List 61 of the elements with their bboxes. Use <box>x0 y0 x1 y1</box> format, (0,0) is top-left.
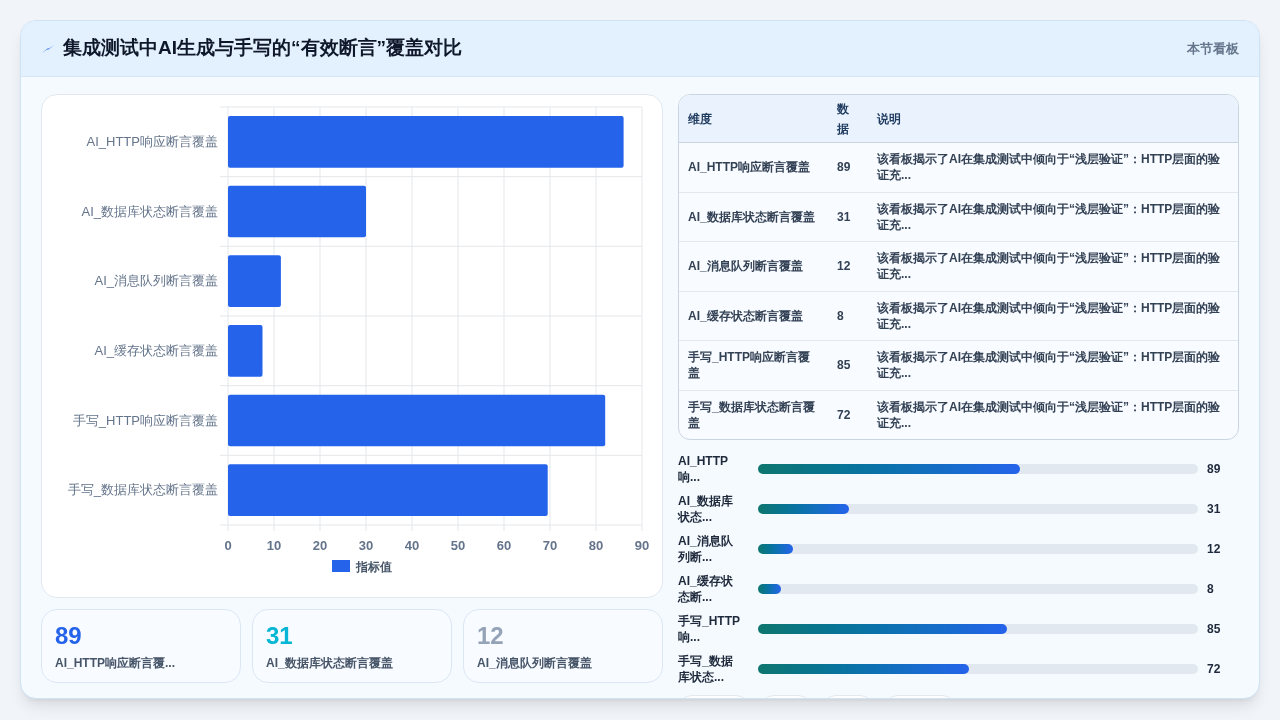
table-cell-text: 89 <box>836 159 852 176</box>
table-cell-text: 31 <box>836 208 852 225</box>
tick-label: 60 <box>496 538 512 553</box>
bar <box>228 325 263 377</box>
meter-label: AI_HTTP响... <box>678 452 729 485</box>
table-cell-text: 该看板揭示了AI在集成测试中倾向于“浅层验证”：HTTP层面的验证充... <box>876 398 1222 431</box>
tick-label: 70 <box>542 538 558 553</box>
table-cell-text: 该看板揭示了AI在集成测试中倾向于“浅层验证”：HTTP层面的验证充... <box>876 250 1222 283</box>
table-cell-text: AI_缓存状态断言覆盖 <box>687 307 804 324</box>
axis-label: 手写_数据库状态断言覆盖 <box>67 482 218 498</box>
meter-reading: 8 <box>1207 580 1214 598</box>
table-cell-text: 12 <box>836 258 852 275</box>
tick-label: 40 <box>404 538 420 553</box>
stat-label: AI_消息队列断言覆盖 <box>477 655 593 672</box>
tick-label: 0 <box>224 538 232 553</box>
tick-label: 90 <box>634 538 650 553</box>
tick-label: 80 <box>588 538 604 553</box>
axis-label: AI_消息队列断言覆盖 <box>94 273 218 289</box>
table-cell-text: 该看板揭示了AI在集成测试中倾向于“浅层验证”：HTTP层面的验证充... <box>876 200 1222 233</box>
legend-swatch <box>332 560 350 572</box>
table-cell-text: AI_HTTP响应断言覆盖 <box>687 159 811 176</box>
axis-label: AI_数据库状态断言覆盖 <box>81 203 218 219</box>
table-cell-text: AI_消息队列断言覆盖 <box>687 258 804 275</box>
meter-label: AI_数据库状态... <box>678 492 734 525</box>
meter-reading: 85 <box>1207 620 1221 638</box>
table-cell-text: 手写_数据库状态断言覆盖 <box>687 398 816 431</box>
tick-label: 10 <box>266 538 282 553</box>
column-header: 说明 <box>877 110 902 128</box>
bar <box>228 255 281 307</box>
meter-reading: 89 <box>1207 460 1221 478</box>
page-title: 集成测试中AI生成与手写的“有效断言”覆盖对比 <box>63 36 462 61</box>
table-cell-text: 8 <box>836 307 845 324</box>
meter-label: AI_缓存状态断... <box>678 572 734 605</box>
table-cell-text: 72 <box>836 406 852 423</box>
meter-label: 手写_数据库状态... <box>678 652 734 685</box>
table-cell-text: 该看板揭示了AI在集成测试中倾向于“浅层验证”：HTTP层面的验证充... <box>876 299 1222 332</box>
stat-value: 12 <box>477 622 505 650</box>
table-cell-text: 该看板揭示了AI在集成测试中倾向于“浅层验证”：HTTP层面的验证充... <box>876 349 1222 382</box>
legend-label: 指标值 <box>356 560 392 574</box>
table-cell-text: 85 <box>836 357 852 374</box>
meter-reading: 31 <box>1207 500 1221 518</box>
meter-label: 手写_HTTP响... <box>678 612 741 645</box>
meter-reading: 72 <box>1207 660 1221 678</box>
board-link[interactable]: 本节看板 <box>1187 38 1239 59</box>
column-header: 维度 <box>688 110 713 128</box>
tick-label: 20 <box>312 538 328 553</box>
table-cell-text: 该看板揭示了AI在集成测试中倾向于“浅层验证”：HTTP层面的验证充... <box>876 151 1222 184</box>
table-cell-text: 手写_HTTP响应断言覆盖 <box>687 349 811 382</box>
table-cell-text: AI_数据库状态断言覆盖 <box>687 208 816 225</box>
tick-label: 30 <box>358 538 374 553</box>
stat-value: 89 <box>55 622 83 650</box>
meter-reading: 12 <box>1207 540 1221 558</box>
stat-label: AI_数据库状态断言覆盖 <box>266 655 394 672</box>
axis-label: AI_HTTP响应断言覆盖 <box>86 133 218 149</box>
column-header: 数据 <box>837 100 850 138</box>
meter-label: AI_消息队列断... <box>678 532 734 565</box>
tick-label: 50 <box>450 538 466 553</box>
stat-label: AI_HTTP响应断言覆... <box>55 655 176 672</box>
axis-label: 手写_HTTP响应断言覆盖 <box>72 412 218 428</box>
stat-value: 31 <box>266 622 294 650</box>
axis-label: AI_缓存状态断言覆盖 <box>94 342 218 358</box>
